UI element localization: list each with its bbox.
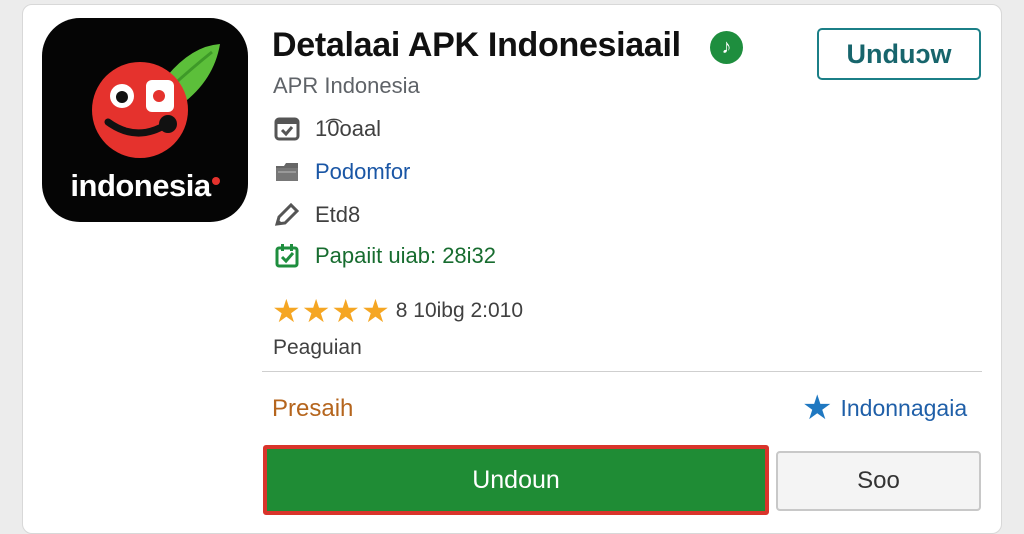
star-icon: ★ [301, 293, 331, 329]
rating-row: ★ ★ ★ ★ 8 10ibg 2:010 [272, 295, 523, 327]
folder-icon [272, 157, 302, 187]
rating-text: 8 10ibg 2:010 [395, 299, 524, 322]
wishlist-link[interactable]: ★ Indonnagaia [802, 389, 967, 427]
price-label: Presaih [272, 395, 354, 422]
wishlist-label[interactable]: Indonnagaia [840, 395, 967, 422]
publisher-name[interactable]: APR Indonesia [273, 73, 420, 99]
download-button[interactable]: Undoun [263, 445, 769, 515]
star-icon: ★ [272, 293, 301, 329]
meta-row-version: 1͡0oaal [272, 114, 381, 144]
meta-row-developer[interactable]: Podomfor [272, 157, 410, 187]
verified-badge-icon: ♪ [710, 31, 743, 64]
rating-stars: ★ ★ ★ ★ [272, 295, 390, 327]
meta-size-text: Etd8 [315, 202, 361, 227]
download-button-top[interactable]: Unduↄw [817, 28, 981, 80]
app-icon[interactable]: indonesia [42, 18, 248, 222]
star-icon: ★ [361, 293, 390, 329]
meta-developer-link[interactable]: Podomfor [315, 159, 410, 185]
app-title: Detalaai APK Indonesiaail [272, 26, 681, 64]
category-label: Peaguian [273, 336, 362, 359]
divider [262, 371, 982, 372]
meta-row-updated: Papaiit uiab: 28i32 [272, 241, 496, 271]
calendar-check-icon [272, 241, 302, 271]
meta-updated-text: Papaiit uiab: 28i32 [315, 243, 497, 268]
checkbox-icon [272, 114, 302, 144]
pencil-icon [272, 200, 302, 230]
star-icon: ★ [331, 293, 361, 329]
star-icon: ★ [802, 389, 833, 427]
meta-row-size: Etd8 [272, 200, 360, 230]
secondary-button[interactable]: Soo [776, 451, 981, 511]
meta-version-text: 1͡0oaal [315, 116, 382, 141]
app-icon-wordmark: indonesia [42, 168, 248, 204]
